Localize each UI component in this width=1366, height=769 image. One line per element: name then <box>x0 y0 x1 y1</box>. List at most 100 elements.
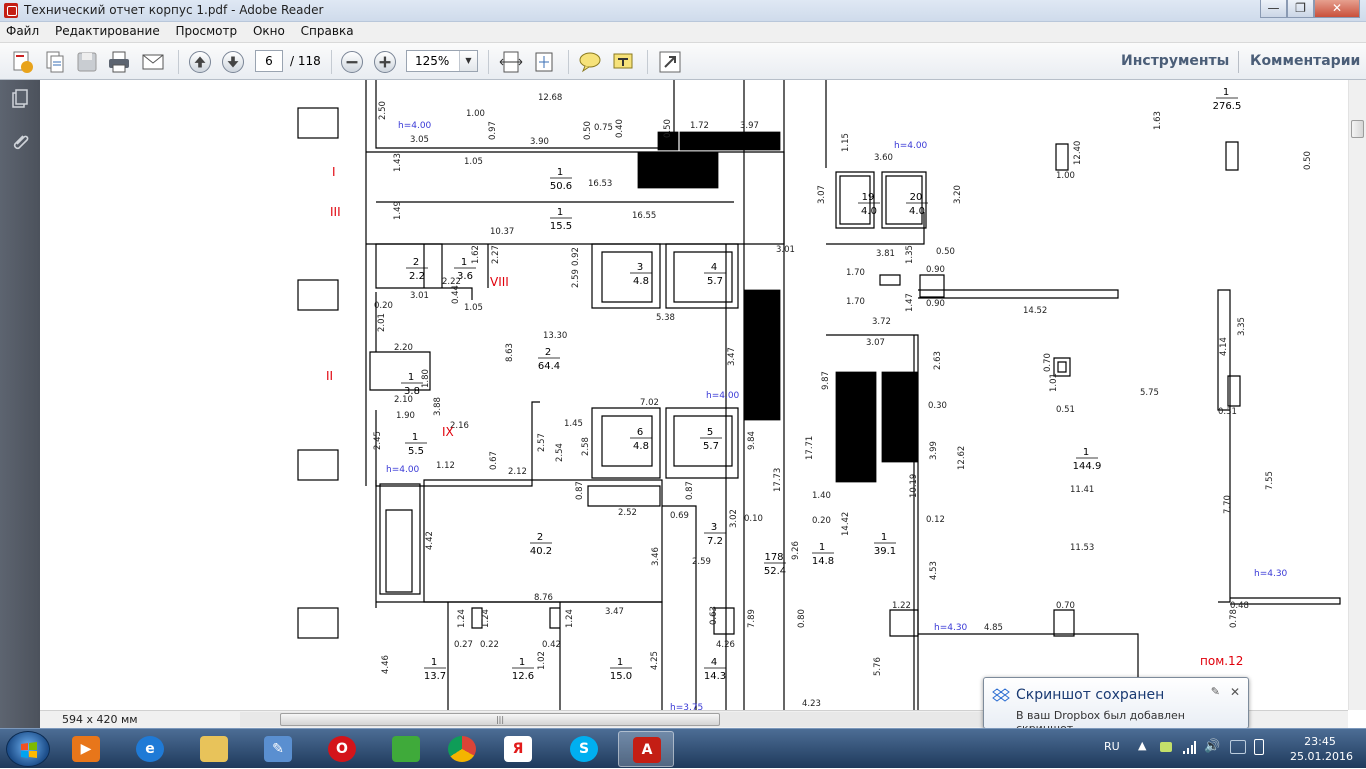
room-label: 15.5 <box>405 432 427 457</box>
toolbar-separator <box>568 50 569 74</box>
room-number: 1 <box>408 372 414 383</box>
folder-icon <box>200 736 228 762</box>
room-label: 414.3 <box>704 657 726 682</box>
attachments-icon[interactable] <box>10 132 30 154</box>
start-button[interactable] <box>6 731 50 767</box>
fit-width-icon[interactable] <box>498 49 524 75</box>
zoom-out-icon[interactable] <box>341 51 363 73</box>
room-label: 115.0 <box>610 657 632 682</box>
settings-icon[interactable]: ✎ <box>1211 685 1220 698</box>
close-button[interactable]: ✕ <box>1314 0 1360 18</box>
room-number: 4 <box>711 657 717 668</box>
expand-icon[interactable] <box>657 49 683 75</box>
dimension-label: 1.40 <box>812 491 831 501</box>
dimension-label: 1.22 <box>892 601 911 611</box>
chevron-down-icon[interactable]: ▼ <box>459 51 477 71</box>
dimension-label: 16.55 <box>632 211 656 221</box>
dimension-label: 2.58 <box>581 437 591 456</box>
page-down-icon[interactable] <box>222 51 244 73</box>
menu-view[interactable]: Просмотр <box>170 22 244 38</box>
notification-title: Скриншот сохранен <box>1016 687 1165 703</box>
clock-time: 23:45 <box>1304 735 1336 748</box>
volume-icon[interactable]: 🔊 <box>1204 739 1220 754</box>
zoom-in-icon[interactable] <box>374 51 396 73</box>
menu-help[interactable]: Справка <box>295 22 360 38</box>
show-hidden-icons-icon[interactable]: ▲ <box>1138 739 1146 752</box>
email-icon[interactable] <box>140 49 166 75</box>
title-bar: Технический отчет корпус 1.pdf - Adobe R… <box>0 0 1366 22</box>
comments-panel-link[interactable]: Комментарии <box>1250 53 1360 69</box>
dimension-label: 1.43 <box>393 153 403 172</box>
taskbar-file-explorer[interactable] <box>186 731 242 767</box>
dimension-label: 1.72 <box>690 121 709 131</box>
battery-icon[interactable] <box>1254 739 1264 755</box>
signal-icon[interactable] <box>1182 739 1196 755</box>
vertical-scroll-thumb[interactable] <box>1351 120 1364 138</box>
taskbar-adobe-reader[interactable]: A <box>618 731 674 767</box>
taskbar-internet-explorer[interactable]: e <box>122 731 178 767</box>
tray-app-icon[interactable] <box>1160 742 1172 752</box>
create-pdf-icon[interactable] <box>10 49 36 75</box>
dimension-label: 3.20 <box>953 185 963 204</box>
internet-explorer-icon: e <box>136 736 164 762</box>
combine-files-icon[interactable] <box>42 49 68 75</box>
dimension-label: 5.75 <box>1140 388 1159 398</box>
fit-page-icon[interactable] <box>531 49 557 75</box>
dimension-label: 1.05 <box>464 303 483 313</box>
paint-tool-icon: ✎ <box>264 736 292 762</box>
dimension-label: 2.45 <box>373 431 383 450</box>
taskbar-yandex[interactable]: Я <box>490 731 546 767</box>
horizontal-scroll-thumb[interactable]: ||| <box>280 713 720 726</box>
room-label: 112.6 <box>512 657 534 682</box>
taskbar-utility[interactable] <box>378 731 434 767</box>
taskbar-skype[interactable]: S <box>556 731 612 767</box>
room-number: 1 <box>557 207 563 218</box>
room-number: 1 <box>557 167 563 178</box>
toolbar: 6 / 118 125% ▼ Инструменты Комментарии <box>0 43 1366 80</box>
dropbox-notification[interactable]: Скриншот сохранен В ваш Dropbox был доба… <box>983 677 1249 735</box>
language-indicator[interactable]: RU <box>1104 740 1120 753</box>
minimize-button[interactable]: — <box>1260 0 1287 18</box>
page-thumbnails-icon[interactable] <box>10 88 30 110</box>
room-area: 4.8 <box>633 276 649 287</box>
clock[interactable]: 23:45 25.01.2016 <box>1290 734 1353 764</box>
dimension-label: 2.12 <box>508 467 527 477</box>
dimension-label: 7.02 <box>640 398 659 408</box>
adobe-reader-icon: A <box>633 737 661 763</box>
dimension-label: 0.63 <box>709 606 719 625</box>
skype-icon: S <box>570 736 598 762</box>
menu-window[interactable]: Окно <box>247 22 291 38</box>
close-icon[interactable]: ✕ <box>1230 685 1240 699</box>
dimension-label: 0.80 <box>797 609 807 628</box>
page-number-input[interactable]: 6 <box>255 50 283 72</box>
tools-panel-link[interactable]: Инструменты <box>1121 53 1229 69</box>
section-markers: IIIIVIIIIIIX <box>326 165 509 439</box>
taskbar-chrome[interactable] <box>434 731 490 767</box>
toolbar-separator <box>178 50 179 74</box>
page-up-icon[interactable] <box>189 51 211 73</box>
taskbar-opera[interactable]: O <box>314 731 370 767</box>
highlight-icon[interactable] <box>610 49 636 75</box>
document-view[interactable]: 1 50.6 1 15.5 2 2.2 1 3.6 3 4.8 4 5.7 2 64.4 1 3.8 1 5.5 6… <box>40 80 1348 710</box>
dropbox-tray-icon[interactable] <box>1230 740 1246 754</box>
room-number: 1 <box>519 657 525 668</box>
vertical-scrollbar[interactable] <box>1348 80 1366 710</box>
dimension-label: 4.42 <box>425 531 435 550</box>
dimension-label: 1.49 <box>393 201 403 220</box>
taskbar-media-player[interactable]: ▶ <box>58 731 114 767</box>
toolbar-separator <box>1238 51 1239 73</box>
toolbar-separator <box>647 50 648 74</box>
taskbar-paint-tool[interactable]: ✎ <box>250 731 306 767</box>
dimension-label: 0.12 <box>926 515 945 525</box>
zoom-select[interactable]: 125% ▼ <box>406 50 478 72</box>
dimension-label: 4.46 <box>381 655 391 674</box>
menu-file[interactable]: Файл <box>0 22 45 38</box>
comment-icon[interactable] <box>577 49 603 75</box>
save-icon[interactable] <box>74 49 100 75</box>
print-icon[interactable] <box>106 49 132 75</box>
maximize-button[interactable]: ❐ <box>1287 0 1314 18</box>
room-area: 14.8 <box>812 556 834 567</box>
room-label: 178 52.4 <box>764 552 786 577</box>
menu-edit[interactable]: Редактирование <box>49 22 166 38</box>
dimension-label: 1.35 <box>905 245 915 264</box>
